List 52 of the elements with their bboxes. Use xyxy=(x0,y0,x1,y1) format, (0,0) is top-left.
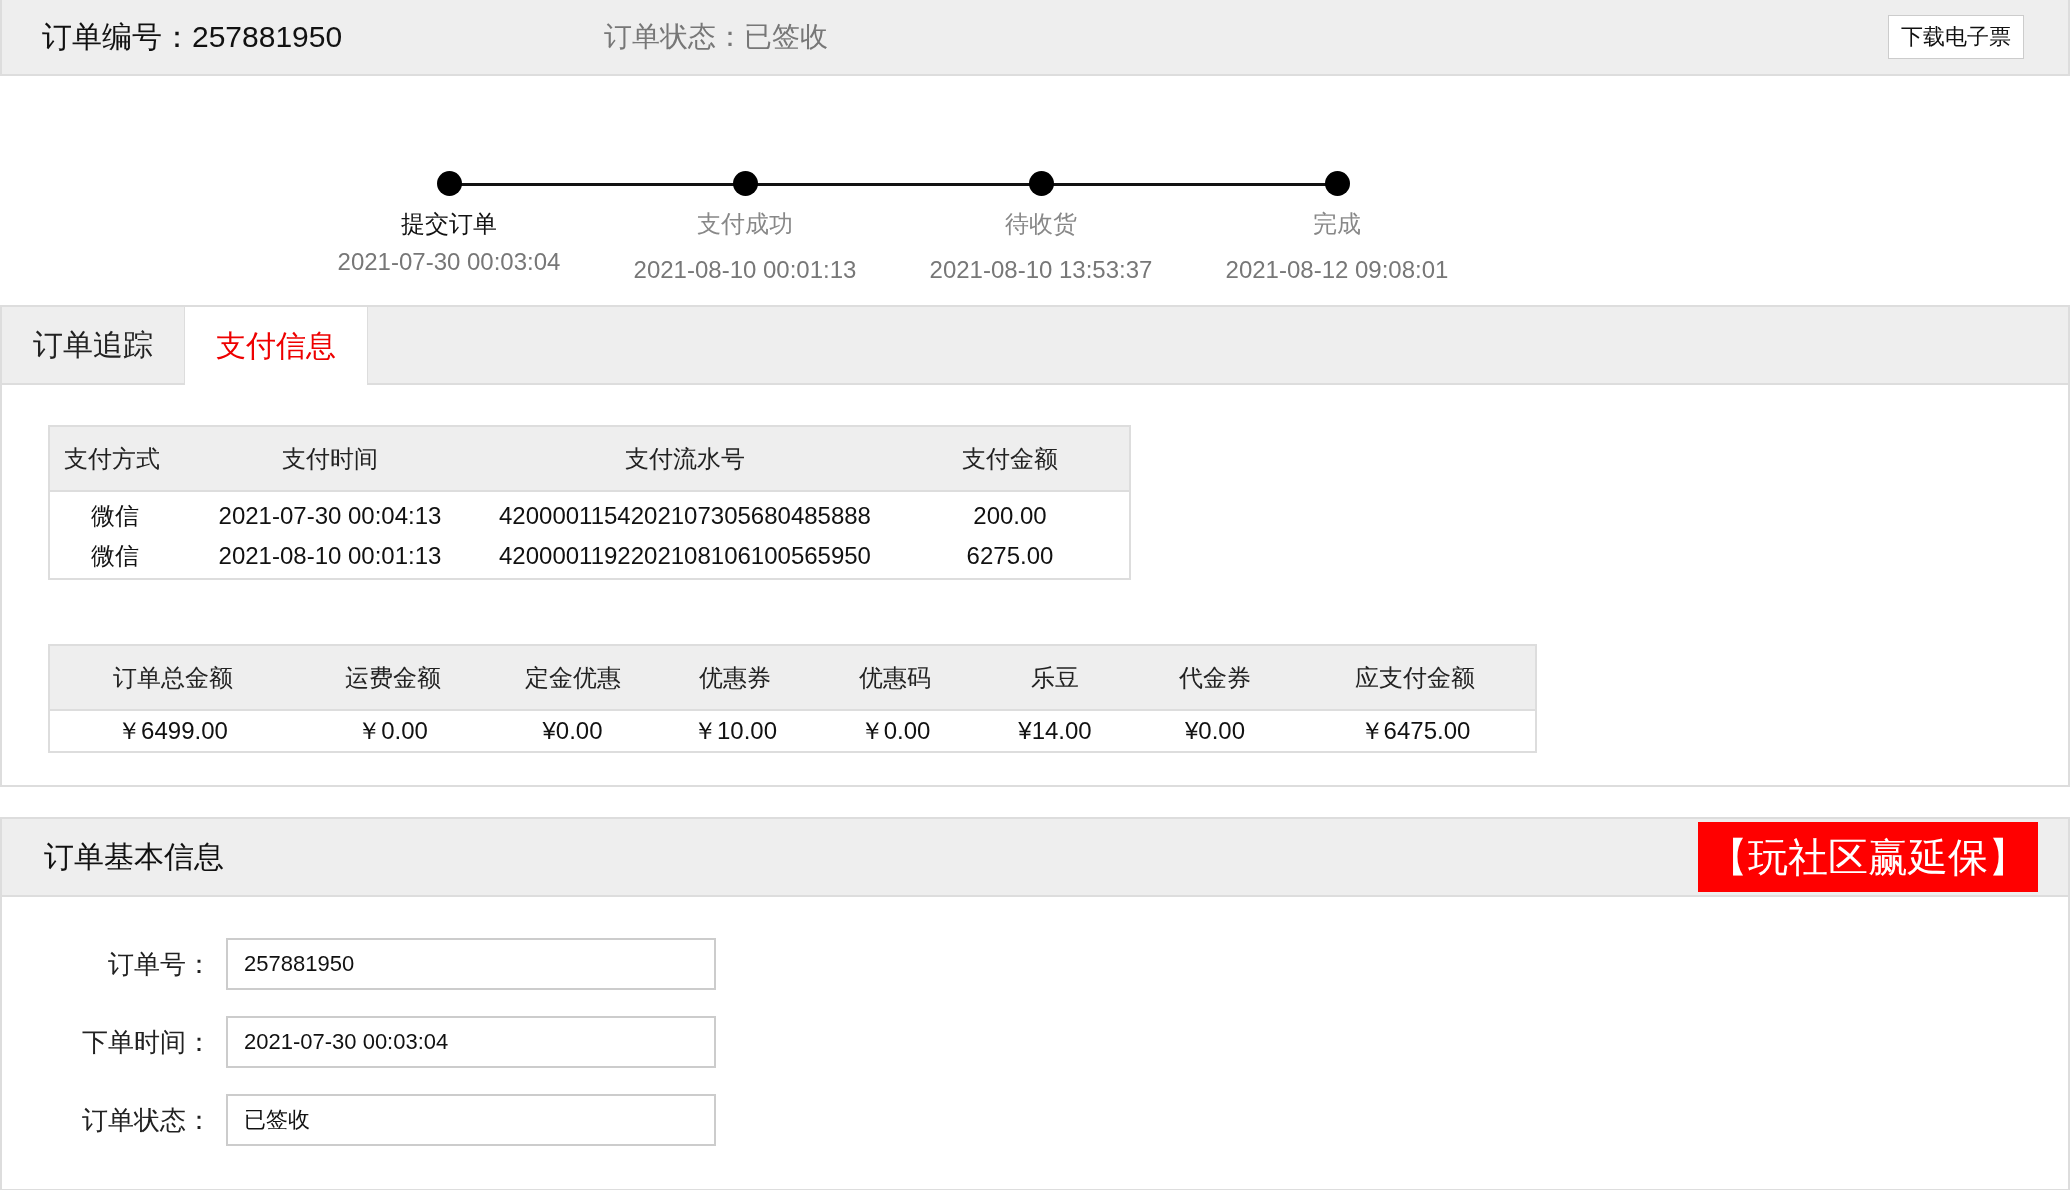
column-header: 代金券 xyxy=(1178,662,1252,693)
table-cell-text: ¥14.00 xyxy=(1017,717,1093,745)
table-cell-text: ¥0.00 xyxy=(541,717,604,745)
field-label: 订单状态： xyxy=(81,1103,212,1137)
table-cell-text: 微信 xyxy=(90,541,140,571)
step-time: 2021-08-10 13:53:37 xyxy=(929,256,1153,284)
column-header: 支付时间 xyxy=(281,443,379,474)
table-cell-text: 200.00 xyxy=(972,502,1048,530)
step-time: 2021-08-12 09:08:01 xyxy=(1225,256,1449,284)
input-field[interactable]: 257881950 xyxy=(226,938,716,990)
table-cell-text: 4200001192202108106100565950 xyxy=(498,542,872,570)
column-header: 运费金额 xyxy=(343,662,442,693)
order-number: 订单编号：257881950 xyxy=(42,18,344,55)
promo-banner[interactable]: 【玩社区赢延保】 xyxy=(1698,822,2038,892)
column-header: 支付流水号 xyxy=(624,443,746,474)
step-dot xyxy=(1028,171,1054,196)
table-cell-text: ￥10.00 xyxy=(691,716,779,746)
column-header: 优惠券 xyxy=(698,662,772,693)
table-cell-text: ￥6499.00 xyxy=(116,716,229,746)
table-cell-text: 2021-07-30 00:04:13 xyxy=(217,502,443,530)
column-header: 乐豆 xyxy=(1030,662,1080,693)
column-header: 应支付金额 xyxy=(1354,662,1476,693)
table-cell-text: ￥6475.00 xyxy=(1358,716,1472,746)
step-time: 2021-07-30 00:03:04 xyxy=(337,248,561,276)
table-cell-text: ¥0.00 xyxy=(1183,717,1247,745)
table-cell-text: ￥0.00 xyxy=(356,716,429,746)
table-cell-text: ￥0.00 xyxy=(858,716,932,746)
order-status: 订单状态：已签收 xyxy=(604,20,828,54)
column-header: 优惠码 xyxy=(858,662,932,693)
table-cell-text: 2021-08-10 00:01:13 xyxy=(217,542,443,570)
table-cell-text: 微信 xyxy=(90,501,140,531)
step-dot xyxy=(436,171,462,196)
column-header: 定金优惠 xyxy=(523,662,622,693)
column-header: 订单总金额 xyxy=(111,662,234,693)
step-label: 提交订单 xyxy=(401,209,497,239)
field-label: 订单号： xyxy=(107,947,212,981)
step-dot xyxy=(732,171,758,196)
step-dot xyxy=(1324,171,1350,196)
field-label: 下单时间： xyxy=(81,1025,212,1059)
column-header: 支付金额 xyxy=(961,443,1059,474)
step-label: 支付成功 xyxy=(697,209,793,239)
download-ticket-button[interactable]: 下载电子票 xyxy=(1888,15,2024,59)
table-cell-text: 4200001154202107305680485888 xyxy=(498,502,872,530)
input-field[interactable]: 2021-07-30 00:03:04 xyxy=(226,1016,716,1068)
step-time: 2021-08-10 00:01:13 xyxy=(633,256,857,284)
table-cell-text: 6275.00 xyxy=(965,542,1055,570)
step-label: 完成 xyxy=(1313,209,1361,239)
section-title: 订单基本信息 xyxy=(44,838,224,875)
input-field[interactable]: 已签收 xyxy=(226,1094,716,1146)
step-label: 待收货 xyxy=(1005,209,1077,239)
column-header: 支付方式 xyxy=(63,443,161,474)
tab[interactable]: 支付信息 xyxy=(185,307,368,385)
